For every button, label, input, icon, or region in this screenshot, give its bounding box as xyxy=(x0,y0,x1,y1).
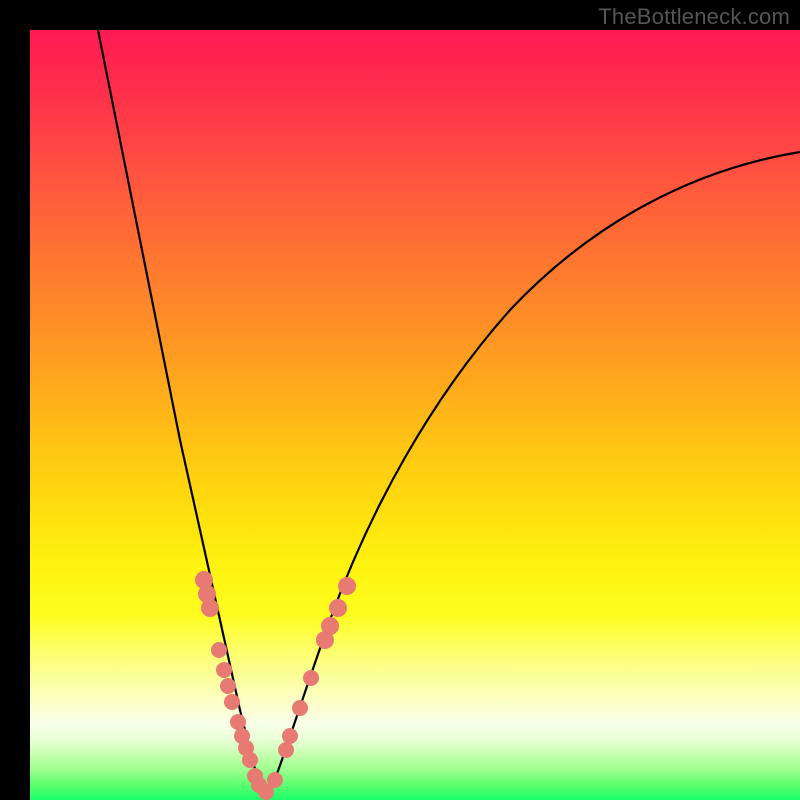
dot-l6 xyxy=(220,678,236,694)
dot-r8 xyxy=(338,577,356,595)
dot-l11 xyxy=(242,752,258,768)
dot-l3 xyxy=(201,599,219,617)
chart-frame: TheBottleneck.com xyxy=(0,0,800,800)
dot-l5 xyxy=(216,662,232,678)
dot-b4 xyxy=(267,772,283,788)
right-branch-curve xyxy=(268,152,800,796)
dot-r3 xyxy=(292,700,308,716)
dot-r4 xyxy=(303,670,319,686)
dot-r7 xyxy=(329,599,347,617)
curves-layer xyxy=(30,30,800,800)
dot-r2 xyxy=(282,728,298,744)
dot-l8 xyxy=(230,714,246,730)
dot-l4 xyxy=(211,642,227,658)
dot-l7 xyxy=(224,694,240,710)
dot-r6 xyxy=(321,617,339,635)
dot-r1 xyxy=(278,742,294,758)
watermark-text: TheBottleneck.com xyxy=(598,4,790,30)
left-branch-curve xyxy=(98,30,262,792)
plot-area xyxy=(30,30,800,800)
